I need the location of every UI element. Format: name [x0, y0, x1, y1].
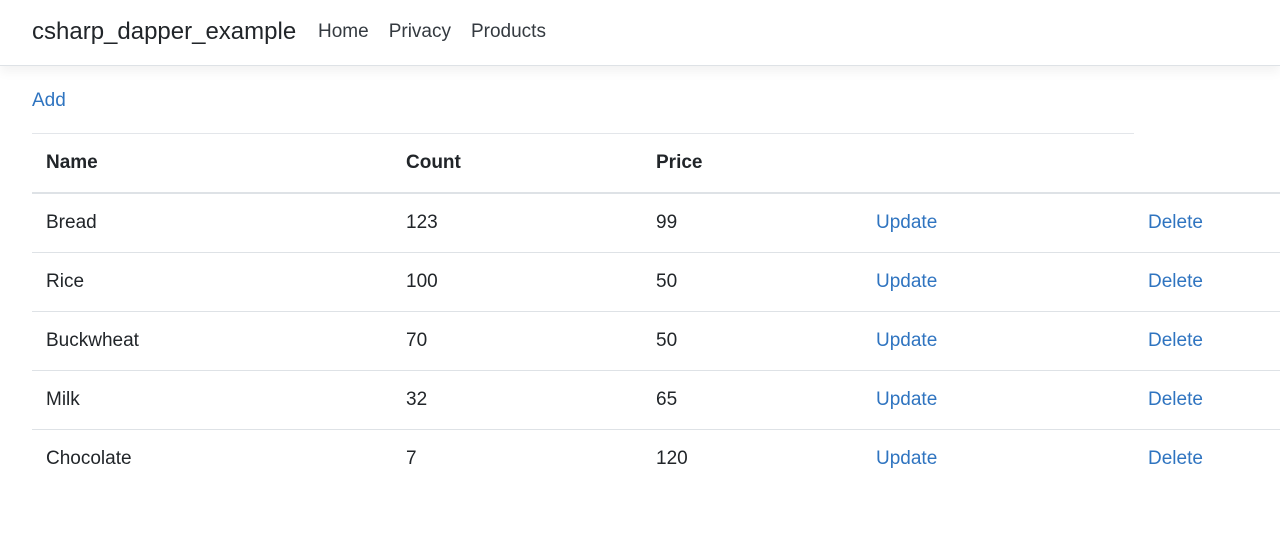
cell-count: 123: [392, 193, 642, 253]
table-body: Bread 123 99 Update Delete Rice 100 50 U…: [32, 193, 1280, 488]
add-product-link[interactable]: Add: [32, 88, 66, 114]
cell-update: Update: [862, 370, 1134, 430]
update-link[interactable]: Update: [876, 448, 937, 469]
update-link[interactable]: Update: [876, 330, 937, 351]
cell-delete: Delete: [1134, 311, 1280, 371]
column-header-price: Price: [642, 134, 862, 194]
cell-delete: Delete: [1134, 252, 1280, 312]
table-row: Chocolate 7 120 Update Delete: [32, 430, 1280, 489]
cell-delete: Delete: [1134, 370, 1280, 430]
cell-update: Update: [862, 430, 1134, 489]
cell-price: 50: [642, 311, 862, 371]
nav-privacy-link[interactable]: Privacy: [389, 18, 451, 46]
cell-update: Update: [862, 311, 1134, 371]
table-row: Bread 123 99 Update Delete: [32, 193, 1280, 253]
nav-home-link[interactable]: Home: [318, 18, 369, 46]
column-header-update: [862, 134, 1134, 194]
update-link[interactable]: Update: [876, 271, 937, 292]
delete-link[interactable]: Delete: [1148, 448, 1203, 469]
cell-name: Buckwheat: [32, 311, 392, 371]
cell-update: Update: [862, 252, 1134, 312]
nav-products-link[interactable]: Products: [471, 18, 546, 46]
cell-price: 50: [642, 252, 862, 312]
delete-link[interactable]: Delete: [1148, 271, 1203, 292]
delete-link[interactable]: Delete: [1148, 389, 1203, 410]
table-header: Name Count Price: [32, 134, 1280, 194]
table-row: Buckwheat 70 50 Update Delete: [32, 311, 1280, 371]
cell-count: 32: [392, 370, 642, 430]
cell-delete: Delete: [1134, 193, 1280, 253]
cell-name: Milk: [32, 370, 392, 430]
table-header-row: Name Count Price: [32, 134, 1280, 194]
cell-price: 65: [642, 370, 862, 430]
cell-count: 100: [392, 252, 642, 312]
update-link[interactable]: Update: [876, 389, 937, 410]
cell-update: Update: [862, 193, 1134, 253]
cell-delete: Delete: [1134, 430, 1280, 489]
cell-price: 99: [642, 193, 862, 253]
cell-count: 70: [392, 311, 642, 371]
delete-link[interactable]: Delete: [1148, 212, 1203, 233]
cell-name: Chocolate: [46, 448, 132, 469]
table-row: Milk 32 65 Update Delete: [32, 370, 1280, 430]
nav-links: Home Privacy Products: [318, 18, 546, 46]
update-link[interactable]: Update: [876, 212, 937, 233]
cell-name: Rice: [32, 252, 392, 312]
column-header-delete: [1134, 134, 1280, 194]
column-header-count: Count: [392, 134, 642, 194]
cell-count: 7: [406, 448, 417, 469]
column-header-name: Name: [32, 134, 392, 194]
cell-name: Bread: [32, 193, 392, 253]
brand-link[interactable]: csharp_dapper_example: [32, 16, 296, 48]
delete-link[interactable]: Delete: [1148, 330, 1203, 351]
cell-price: 120: [656, 448, 688, 469]
navbar: csharp_dapper_example Home Privacy Produ…: [0, 0, 1280, 66]
table-row: Rice 100 50 Update Delete: [32, 252, 1280, 312]
products-table: Name Count Price Bread 123 99 Update Del…: [32, 134, 1280, 488]
